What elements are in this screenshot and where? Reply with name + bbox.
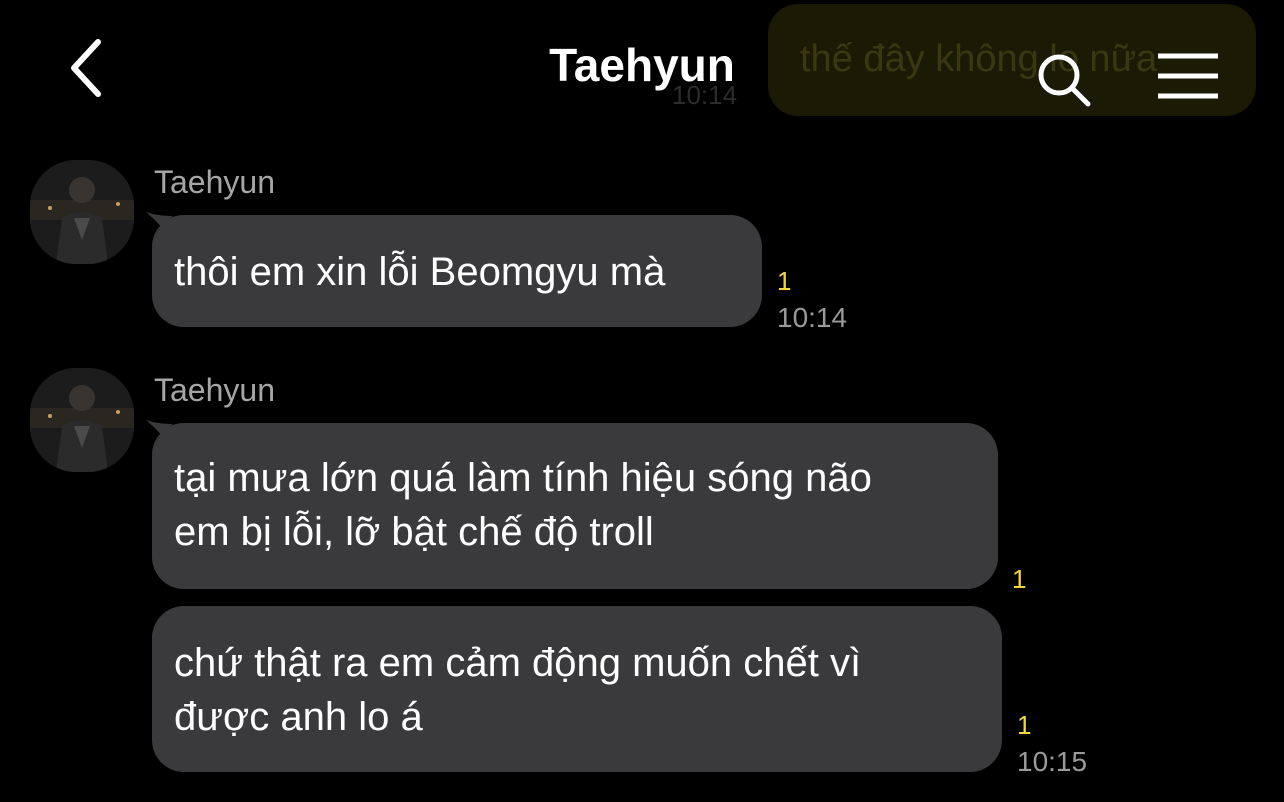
message-line: tại mưa lớn quá làm tính hiệu sóng não xyxy=(174,456,872,500)
unread-count: 1 xyxy=(777,266,792,296)
chat-title[interactable]: Taehyun xyxy=(549,39,735,91)
hamburger-menu-icon xyxy=(1158,53,1218,99)
back-button[interactable] xyxy=(62,36,112,100)
message-time: 10:14 xyxy=(777,302,848,333)
sender-name: Taehyun xyxy=(154,372,275,408)
message-bubble[interactable]: chứ thật ra em cảm động muốn chết vì đượ… xyxy=(152,606,1002,772)
message-bubble[interactable]: tại mưa lớn quá làm tính hiệu sóng não e… xyxy=(152,423,998,589)
search-icon xyxy=(1038,54,1091,107)
unread-count: 1 xyxy=(1017,710,1032,740)
profile-photo-icon xyxy=(30,160,134,264)
chevron-left-icon xyxy=(71,39,101,97)
search-button[interactable] xyxy=(1034,50,1094,110)
menu-button[interactable] xyxy=(1156,52,1220,100)
message-line: thôi em xin lỗi Beomgyu mà xyxy=(174,250,666,294)
unread-count: 1 xyxy=(1012,564,1027,594)
message-line: chứ thật ra em cảm động muốn chết vì xyxy=(174,641,862,685)
previous-message-text: thế đây không lo nữa xyxy=(800,38,1158,80)
message-time: 10:15 xyxy=(1017,746,1088,777)
avatar[interactable] xyxy=(30,368,134,472)
message-line: em bị lỗi, lỡ bật chế độ troll xyxy=(174,510,654,554)
sender-name: Taehyun xyxy=(154,164,275,200)
message-bubble[interactable]: thôi em xin lỗi Beomgyu mà xyxy=(152,215,762,327)
message-line: được anh lo á xyxy=(174,695,423,739)
avatar[interactable] xyxy=(30,160,134,264)
profile-photo-icon xyxy=(30,368,134,472)
